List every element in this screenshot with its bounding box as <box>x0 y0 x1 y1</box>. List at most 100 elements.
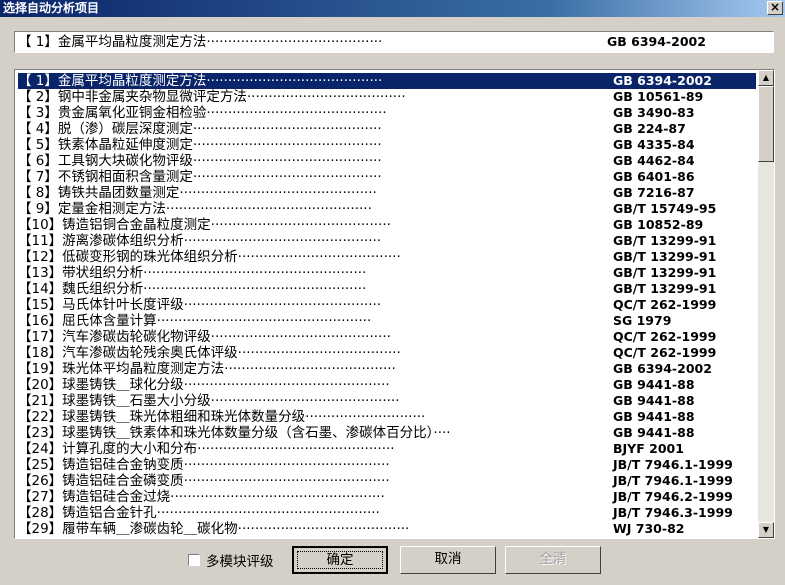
list-item-label: 【 6】工具钢大块碳化物评级··························… <box>18 153 382 169</box>
list-item-label: 【16】屈氏体含量计算·····························… <box>18 313 372 329</box>
list-item[interactable]: 【11】游离渗碳体组织分析···························… <box>18 233 760 249</box>
list-item-standard: GB 6394-2002 <box>613 73 712 88</box>
list-item-label: 【29】履带车辆＿渗碳齿轮＿碳化物·······················… <box>18 521 410 537</box>
list-item-standard: GB 9441-88 <box>613 377 695 392</box>
list-item-label: 【 2】钢中非金属夹杂物显微评定方法······················… <box>18 89 406 105</box>
multi-module-option[interactable]: 多模块评级 <box>188 551 274 570</box>
list-item[interactable]: 【 4】脱（渗）碳层深度测定··························… <box>18 121 760 137</box>
list-item[interactable]: 【 6】工具钢大块碳化物评级··························… <box>18 153 760 169</box>
list-item[interactable]: 【28】铸造铝合金针孔·····························… <box>18 505 760 521</box>
scroll-up-button[interactable]: ▲ <box>758 70 774 86</box>
confirm-button[interactable]: 确定 <box>292 546 388 574</box>
window-title: 选择自动分析项目 <box>3 1 100 15</box>
list-item-label: 【25】铸造铝硅合金钠变质···························… <box>18 457 390 473</box>
list-item-standard: GB 3490-83 <box>613 105 695 120</box>
list-item[interactable]: 【16】屈氏体含量计算·····························… <box>18 313 760 329</box>
list-item-standard: QC/T 262-1999 <box>613 345 717 360</box>
list-item-standard: JB/T 7946.3-1999 <box>613 505 733 520</box>
selected-item-label: 【 1】金属平均晶粒度测定方法·························… <box>18 34 383 50</box>
list-item-standard: GB/T 15749-95 <box>613 201 717 216</box>
list-item-label: 【19】珠光体平均晶粒度测定方法························… <box>18 361 396 377</box>
list-item[interactable]: 【26】铸造铝硅合金磷变质···························… <box>18 473 760 489</box>
list-item-label: 【14】魏氏组织分析······························… <box>18 281 367 297</box>
list-item-standard: GB 9441-88 <box>613 409 695 424</box>
list-item-standard: JB/T 7946.1-1999 <box>613 457 733 472</box>
scroll-down-button[interactable]: ▼ <box>758 522 774 538</box>
list-item[interactable]: 【20】球墨铸铁＿球化分级···························… <box>18 377 760 393</box>
list-item[interactable]: 【21】球墨铸铁＿石墨大小分级·························… <box>18 393 760 409</box>
list-item-standard: WJ 730-82 <box>613 521 685 536</box>
list-item-standard: GB 224-87 <box>613 121 686 136</box>
list-item[interactable]: 【 8】铸铁共晶团数量测定···························… <box>18 185 760 201</box>
list-item[interactable]: 【 7】不锈钢相面积含量测定··························… <box>18 169 760 185</box>
list-item[interactable]: 【15】马氏体针叶长度评级···························… <box>18 297 760 313</box>
selected-item-standard: GB 6394-2002 <box>607 34 706 49</box>
list-item-standard: GB/T 13299-91 <box>613 265 717 280</box>
list-item-standard: GB 6394-2002 <box>613 361 712 376</box>
list-item-standard: SG 1979 <box>613 313 672 328</box>
list-item-standard: GB 4462-84 <box>613 153 695 168</box>
list-item[interactable]: 【 3】贵金属氧化亚铜金相检验·························… <box>18 105 760 121</box>
vertical-scrollbar[interactable]: ▲ ▼ <box>758 70 774 538</box>
list-item-label: 【 3】贵金属氧化亚铜金相检验·························… <box>18 105 387 121</box>
list-item-label: 【 1】金属平均晶粒度测定方法·························… <box>18 73 383 89</box>
list-item-label: 【22】球墨铸铁＿珠光体粗细和珠光体数量分级··················… <box>18 409 426 425</box>
list-item-label: 【28】铸造铝合金针孔·····························… <box>18 505 380 521</box>
list-item-label: 【27】铸造铝硅合金过烧····························… <box>18 489 385 505</box>
list-item[interactable]: 【 2】钢中非金属夹杂物显微评定方法······················… <box>18 89 760 105</box>
list-item-label: 【18】汽车渗碳齿轮残余奥氏体评级·······················… <box>18 345 401 361</box>
list-item[interactable]: 【24】计算孔度的大小和分布··························… <box>18 441 760 457</box>
multi-module-checkbox[interactable] <box>188 554 200 566</box>
list-item[interactable]: 【 1】金属平均晶粒度测定方法·························… <box>18 73 756 89</box>
list-item[interactable]: 【29】履带车辆＿渗碳齿轮＿碳化物·······················… <box>18 521 760 537</box>
list-item-label: 【24】计算孔度的大小和分布··························… <box>18 441 395 457</box>
list-item-label: 【17】汽车渗碳齿轮碳化物评级·························… <box>18 329 391 345</box>
multi-module-label: 多模块评级 <box>206 554 274 570</box>
list-item-label: 【 7】不锈钢相面积含量测定··························… <box>18 169 382 185</box>
analysis-item-list[interactable]: 【 1】金属平均晶粒度测定方法·························… <box>14 69 775 539</box>
close-button[interactable]: × <box>767 1 783 15</box>
list-item-standard: GB 9441-88 <box>613 393 695 408</box>
list-item-label: 【 8】铸铁共晶团数量测定···························… <box>18 185 377 201</box>
list-item[interactable]: 【12】低碳变形钢的珠光体组织分析·······················… <box>18 249 760 265</box>
title-bar: 选择自动分析项目 × <box>0 0 785 17</box>
list-item[interactable]: 【18】汽车渗碳齿轮残余奥氏体评级·······················… <box>18 345 760 361</box>
list-item-standard: GB 7216-87 <box>613 185 695 200</box>
clear-all-button[interactable]: 全清 <box>505 546 601 574</box>
list-rows: 【 1】金属平均晶粒度测定方法·························… <box>15 73 757 537</box>
list-item-label: 【 5】铁素体晶粒延伸度测定··························… <box>18 137 382 153</box>
list-item-standard: GB 10561-89 <box>613 89 704 104</box>
list-item-label: 【 4】脱（渗）碳层深度测定··························… <box>18 121 382 137</box>
list-item-standard: QC/T 262-1999 <box>613 297 717 312</box>
list-item-label: 【26】铸造铝硅合金磷变质···························… <box>18 473 390 489</box>
list-item[interactable]: 【10】铸造铝铜合金晶粒度测定·························… <box>18 217 760 233</box>
list-item-label: 【20】球墨铸铁＿球化分级···························… <box>18 377 390 393</box>
list-item[interactable]: 【14】魏氏组织分析······························… <box>18 281 760 297</box>
list-item[interactable]: 【 9】定量金相测定方法····························… <box>18 201 760 217</box>
list-item-label: 【10】铸造铝铜合金晶粒度测定·························… <box>18 217 391 233</box>
list-item-label: 【12】低碳变形钢的珠光体组织分析·······················… <box>18 249 401 265</box>
list-item-standard: GB 6401-86 <box>613 169 695 184</box>
list-item-standard: BJYF 2001 <box>613 441 684 456</box>
list-item[interactable]: 【27】铸造铝硅合金过烧····························… <box>18 489 760 505</box>
list-item[interactable]: 【17】汽车渗碳齿轮碳化物评级·························… <box>18 329 760 345</box>
list-item[interactable]: 【 5】铁素体晶粒延伸度测定··························… <box>18 137 760 153</box>
list-item-standard: JB/T 7946.1-1999 <box>613 473 733 488</box>
list-item-standard: GB/T 13299-91 <box>613 249 717 264</box>
list-item-label: 【13】带状组织分析······························… <box>18 265 367 281</box>
list-item[interactable]: 【22】球墨铸铁＿珠光体粗细和珠光体数量分级··················… <box>18 409 760 425</box>
list-item-standard: GB 4335-84 <box>613 137 695 152</box>
list-item-label: 【15】马氏体针叶长度评级···························… <box>18 297 382 313</box>
list-item[interactable]: 【19】珠光体平均晶粒度测定方法························… <box>18 361 760 377</box>
list-item-label: 【23】球墨铸铁＿铁素体和珠光体数量分级（含石墨、渗碳体百分比）···· <box>18 425 451 441</box>
selected-item-field[interactable]: 【 1】金属平均晶粒度测定方法·························… <box>14 31 774 53</box>
list-item[interactable]: 【25】铸造铝硅合金钠变质···························… <box>18 457 760 473</box>
list-item[interactable]: 【23】球墨铸铁＿铁素体和珠光体数量分级（含石墨、渗碳体百分比）···· GB 9… <box>18 425 760 441</box>
scrollbar-thumb[interactable] <box>758 86 774 162</box>
cancel-button[interactable]: 取消 <box>400 546 496 574</box>
list-item-standard: QC/T 262-1999 <box>613 329 717 344</box>
list-item-standard: GB 9441-88 <box>613 425 695 440</box>
list-item-standard: GB 10852-89 <box>613 217 704 232</box>
list-item-label: 【11】游离渗碳体组织分析···························… <box>18 233 382 249</box>
list-item[interactable]: 【13】带状组织分析······························… <box>18 265 760 281</box>
